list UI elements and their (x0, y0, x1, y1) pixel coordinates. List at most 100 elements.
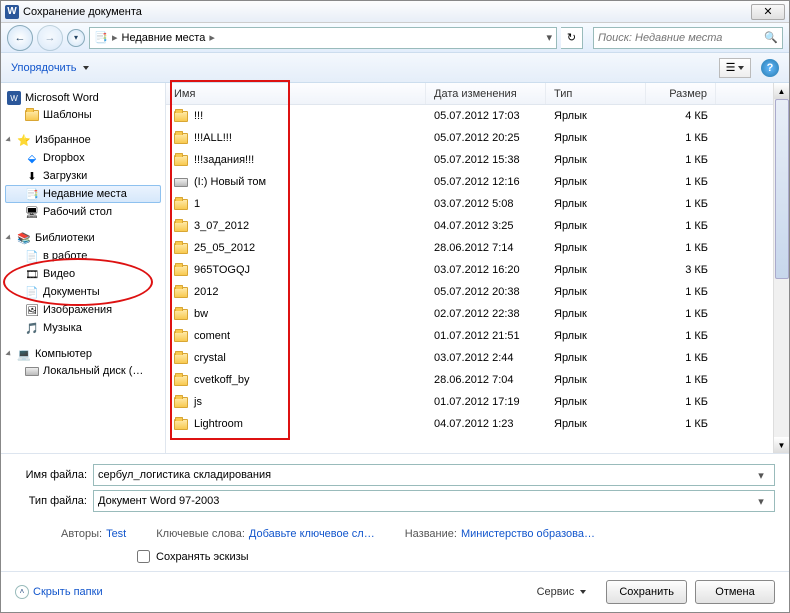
column-header-size[interactable]: Размер (646, 83, 716, 104)
sidebar-item-desktop[interactable]: 🖥Рабочий стол (5, 203, 161, 221)
sidebar-computer[interactable]: 💻Компьютер (5, 345, 161, 363)
file-row[interactable]: coment01.07.2012 21:51Ярлык1 КБ (166, 325, 789, 347)
sidebar-item-dropbox[interactable]: ⬙Dropbox (5, 149, 161, 167)
file-row[interactable]: 103.07.2012 5:08Ярлык1 КБ (166, 193, 789, 215)
organize-menu[interactable]: Упорядочить (11, 62, 89, 74)
save-button[interactable]: Сохранить (606, 580, 687, 604)
file-row[interactable]: js01.07.2012 17:19Ярлык1 КБ (166, 391, 789, 413)
file-row[interactable]: crystal03.07.2012 2:44Ярлык1 КБ (166, 347, 789, 369)
folder-icon (174, 353, 188, 364)
folder-icon (174, 419, 188, 430)
file-date: 05.07.2012 20:25 (426, 132, 546, 144)
keywords-label: Ключевые слова: (156, 528, 245, 540)
help-button[interactable]: ? (761, 59, 779, 77)
sidebar-libraries[interactable]: 📚Библиотеки (5, 229, 161, 247)
path-separator-icon[interactable]: ▸ (209, 31, 215, 44)
file-row[interactable]: bw02.07.2012 22:38Ярлык1 КБ (166, 303, 789, 325)
file-rows: !!!05.07.2012 17:03Ярлык4 КБ!!!ALL!!!05.… (166, 105, 789, 453)
file-type: Ярлык (546, 220, 646, 232)
view-options-button[interactable]: ☰ (719, 58, 751, 78)
file-row[interactable]: 25_05_201228.06.2012 7:14Ярлык1 КБ (166, 237, 789, 259)
filetype-dropdown-icon[interactable]: ▾ (752, 495, 770, 508)
file-date: 05.07.2012 15:38 (426, 154, 546, 166)
column-header-date[interactable]: Дата изменения (426, 83, 546, 104)
file-size: 3 КБ (646, 264, 716, 276)
file-name: (I:) Новый том (194, 176, 266, 188)
folder-icon (174, 199, 188, 210)
filename-dropdown-icon[interactable]: ▾ (752, 469, 770, 482)
file-row[interactable]: (I:) Новый том05.07.2012 12:16Ярлык1 КБ (166, 171, 789, 193)
sidebar-favorites[interactable]: ⭐Избранное (5, 131, 161, 149)
sidebar-item-downloads[interactable]: ⬇Загрузки (5, 167, 161, 185)
search-input[interactable] (598, 32, 764, 44)
scroll-up-button[interactable]: ▲ (774, 83, 789, 99)
cancel-button[interactable]: Отмена (695, 580, 775, 604)
file-date: 05.07.2012 20:38 (426, 286, 546, 298)
file-date: 03.07.2012 5:08 (426, 198, 546, 210)
word-app-icon: W (5, 5, 19, 19)
file-row[interactable]: 965TOGQJ03.07.2012 16:20Ярлык3 КБ (166, 259, 789, 281)
file-size: 1 КБ (646, 374, 716, 386)
sidebar-item-recent-places[interactable]: 📑Недавние места (5, 185, 161, 203)
tools-menu[interactable]: Сервис (537, 586, 587, 598)
file-row[interactable]: !!!05.07.2012 17:03Ярлык4 КБ (166, 105, 789, 127)
drive-icon (25, 367, 39, 376)
filename-input[interactable] (98, 469, 752, 481)
filetype-field[interactable]: ▾ (93, 490, 775, 512)
file-row[interactable]: cvetkoff_by28.06.2012 7:04Ярлык1 КБ (166, 369, 789, 391)
sidebar-word[interactable]: WMicrosoft Word (5, 89, 161, 107)
sidebar-item-pictures[interactable]: 🖼Изображения (5, 301, 161, 319)
file-row[interactable]: !!!ALL!!!05.07.2012 20:25Ярлык1 КБ (166, 127, 789, 149)
search-icon[interactable]: 🔍 (764, 31, 778, 44)
file-name: !!!задания!!! (194, 154, 254, 166)
scroll-down-button[interactable]: ▼ (774, 437, 789, 453)
hide-folders-toggle[interactable]: ˄ Скрыть папки (15, 585, 103, 599)
save-form: Имя файла: ▾ Тип файла: ▾ (1, 453, 789, 522)
address-bar[interactable]: 📑 ▸ Недавние места ▸ ▾ (89, 27, 557, 49)
filetype-value[interactable] (98, 495, 752, 507)
forward-button[interactable]: → (37, 25, 63, 51)
file-size: 1 КБ (646, 176, 716, 188)
file-row[interactable]: 3_07_201204.07.2012 3:25Ярлык1 КБ (166, 215, 789, 237)
drive-icon (174, 178, 188, 187)
recent-places-icon: 📑 (94, 31, 108, 45)
sidebar-item-inwork[interactable]: 📄в работе (5, 247, 161, 265)
sidebar-templates[interactable]: Шаблоны (5, 107, 161, 123)
sidebar-item-local-disk[interactable]: Локальный диск (… (5, 363, 161, 379)
back-button[interactable]: ← (7, 25, 33, 51)
file-row[interactable]: 201205.07.2012 20:38Ярлык1 КБ (166, 281, 789, 303)
file-list: Имя Дата изменения Тип Размер !!!05.07.2… (166, 83, 789, 453)
scroll-thumb[interactable] (775, 99, 789, 279)
toolbar: Упорядочить ☰ ? (1, 53, 789, 83)
folder-icon (174, 331, 188, 342)
file-name: coment (194, 330, 230, 342)
authors-value[interactable]: Test (106, 528, 126, 540)
file-name: crystal (194, 352, 226, 364)
folder-icon (174, 265, 188, 276)
filename-field[interactable]: ▾ (93, 464, 775, 486)
save-thumbnails-checkbox[interactable] (137, 550, 150, 563)
sidebar-item-documents[interactable]: 📄Документы (5, 283, 161, 301)
sidebar-item-videos[interactable]: 🎞Видео (5, 265, 161, 283)
file-row[interactable]: !!!задания!!!05.07.2012 15:38Ярлык1 КБ (166, 149, 789, 171)
file-size: 1 КБ (646, 396, 716, 408)
sidebar-item-music[interactable]: 🎵Музыка (5, 319, 161, 337)
path-segment[interactable]: Недавние места (122, 32, 206, 44)
address-dropdown-icon[interactable]: ▾ (546, 31, 552, 44)
title-bar: W Сохранение документа ✕ (1, 1, 789, 23)
column-header-name[interactable]: Имя (166, 83, 426, 104)
file-date: 28.06.2012 7:14 (426, 242, 546, 254)
file-date: 04.07.2012 1:23 (426, 418, 546, 430)
search-box[interactable]: 🔍 (593, 27, 783, 49)
file-row[interactable]: Lightroom04.07.2012 1:23Ярлык1 КБ (166, 413, 789, 435)
column-header-type[interactable]: Тип (546, 83, 646, 104)
downloads-icon: ⬇ (25, 169, 39, 183)
filename-label: Имя файла: (15, 469, 93, 481)
close-button[interactable]: ✕ (751, 4, 785, 20)
recent-locations-dropdown[interactable]: ▾ (67, 29, 85, 47)
keywords-value[interactable]: Добавьте ключевое сл… (249, 528, 375, 540)
vertical-scrollbar[interactable]: ▲ ▼ (773, 83, 789, 453)
doc-title-value[interactable]: Министерство образова… (461, 528, 595, 540)
refresh-button[interactable]: ↻ (561, 27, 583, 49)
main-area: WMicrosoft Word Шаблоны ⭐Избранное ⬙Drop… (1, 83, 789, 453)
